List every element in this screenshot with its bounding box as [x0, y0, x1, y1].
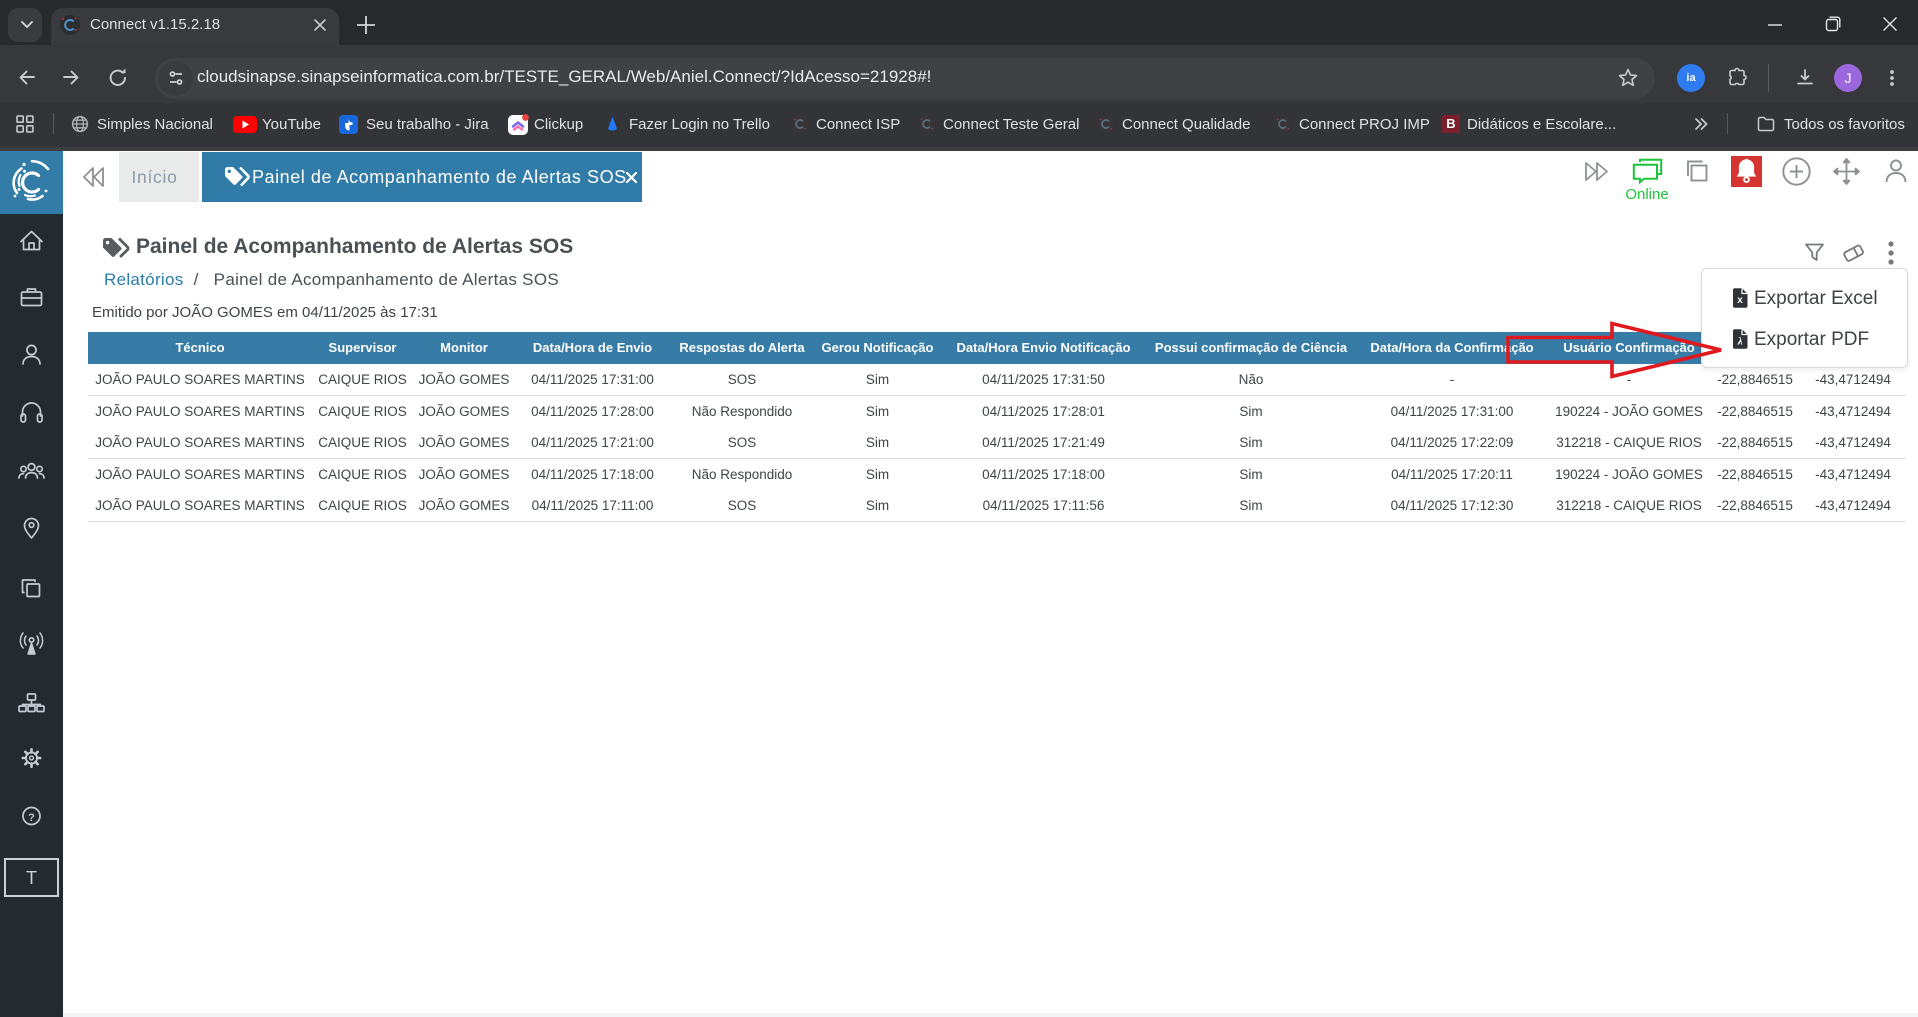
svg-text:λ: λ	[1737, 336, 1743, 348]
svg-text:?: ?	[28, 812, 35, 824]
svg-text:x: x	[1737, 295, 1743, 306]
